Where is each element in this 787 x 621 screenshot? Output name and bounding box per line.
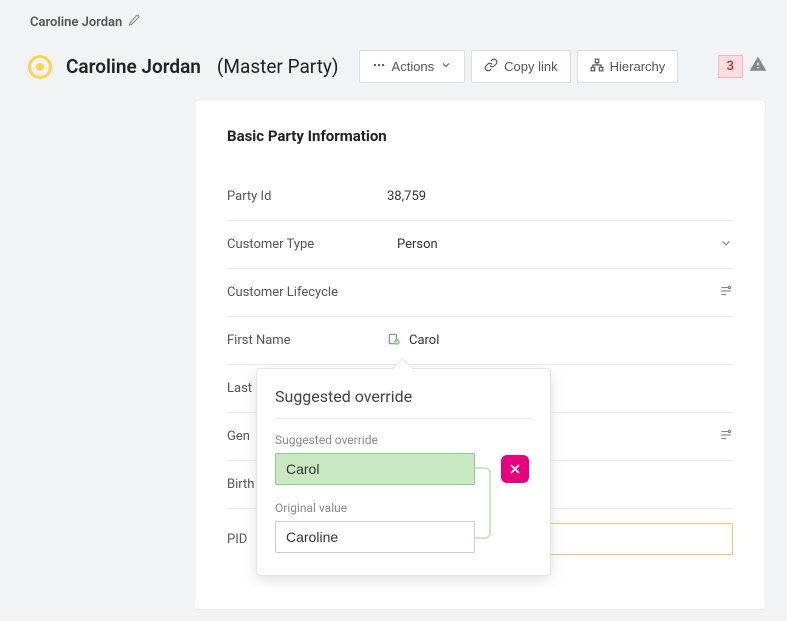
chevron-down-icon[interactable] <box>719 236 733 253</box>
warning-icon[interactable] <box>749 55 767 78</box>
field-party-id: Party Id 38,759 <box>227 173 733 221</box>
popover-title: Suggested override <box>275 387 532 419</box>
field-label: Customer Type <box>227 237 387 252</box>
page-subtitle: (Master Party) <box>217 55 339 78</box>
chevron-down-icon <box>440 59 452 74</box>
field-customer-lifecycle[interactable]: Customer Lifecycle <box>227 269 733 317</box>
field-customer-type[interactable]: Customer Type Person <box>227 221 733 269</box>
field-value: Carol <box>409 333 439 348</box>
equalizer-icon[interactable] <box>719 284 733 301</box>
override-icon[interactable] <box>387 332 401 350</box>
original-value-input[interactable] <box>275 521 475 553</box>
breadcrumb-name[interactable]: Caroline Jordan <box>30 15 122 30</box>
link-icon <box>484 58 498 75</box>
page-title: Caroline Jordan <box>66 55 201 78</box>
hierarchy-label: Hierarchy <box>610 59 666 74</box>
edit-icon[interactable] <box>128 14 140 30</box>
suggested-override-input[interactable] <box>275 453 475 485</box>
field-label: Party Id <box>227 189 387 204</box>
field-first-name[interactable]: First Name Carol <box>227 317 733 365</box>
field-label: Customer Lifecycle <box>227 285 387 300</box>
field-label: First Name <box>227 333 387 348</box>
record-icon <box>28 55 52 79</box>
dots-icon <box>372 58 386 75</box>
alert-count-badge[interactable]: 3 <box>718 55 743 78</box>
field-value: Person <box>397 237 438 252</box>
actions-label: Actions <box>392 59 435 74</box>
field-value: 38,759 <box>387 189 733 204</box>
equalizer-icon[interactable] <box>719 428 733 445</box>
breadcrumb: Caroline Jordan <box>0 0 787 40</box>
suggested-override-popover: Suggested override Suggested override Or… <box>256 368 551 576</box>
popover-suggested-label: Suggested override <box>275 433 532 447</box>
card-title: Basic Party Information <box>227 127 733 145</box>
reject-override-button[interactable] <box>501 455 529 483</box>
copy-link-button[interactable]: Copy link <box>471 50 570 83</box>
popover-original-label: Original value <box>275 501 532 515</box>
header: Caroline Jordan (Master Party) Actions C… <box>0 40 787 101</box>
hierarchy-icon <box>590 58 604 75</box>
actions-button[interactable]: Actions <box>359 50 466 83</box>
hierarchy-button[interactable]: Hierarchy <box>577 50 679 83</box>
copy-link-label: Copy link <box>504 59 557 74</box>
